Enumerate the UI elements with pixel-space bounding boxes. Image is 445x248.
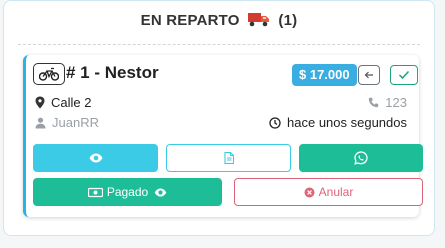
bicycle-icon (33, 63, 65, 85)
cancel-circle-icon (304, 187, 315, 197)
cancel-button[interactable]: Anular (234, 178, 423, 206)
panel-status-title: EN REPARTO (140, 12, 240, 29)
view-button[interactable] (33, 144, 158, 172)
order-address: Calle 2 (35, 95, 91, 110)
eye-icon (154, 187, 167, 197)
map-pin-icon (35, 96, 45, 109)
header-divider (18, 44, 420, 45)
paid-label: Pagado (106, 185, 149, 199)
cancel-label: Anular (318, 185, 354, 199)
order-phone: 123 (368, 95, 407, 110)
address-text: Calle 2 (51, 95, 92, 110)
paid-button[interactable]: Pagado (33, 178, 222, 206)
panel-count: (1) (278, 12, 298, 29)
order-user: JuanRR (35, 115, 99, 130)
document-button[interactable] (166, 144, 291, 172)
confirm-button[interactable] (390, 65, 418, 85)
check-icon (398, 70, 410, 80)
back-button[interactable] (358, 65, 380, 85)
user-icon (35, 117, 46, 128)
phone-icon (369, 97, 379, 108)
arrow-left-icon (364, 71, 373, 79)
phone-text: 123 (385, 95, 407, 110)
whatsapp-icon (354, 151, 368, 165)
eye-icon (89, 153, 102, 163)
user-text: JuanRR (52, 115, 99, 130)
money-icon (87, 187, 103, 197)
panel-header: EN REPARTO (1) (4, 11, 434, 31)
time-text: hace unos segundos (287, 115, 407, 130)
delivery-panel: EN REPARTO (1) # 1 - Nestor $ 17.000 Cal… (3, 0, 435, 236)
order-time: hace unos segundos (269, 115, 407, 130)
order-card: # 1 - Nestor $ 17.000 Calle 2 123 JuanRR… (23, 55, 423, 217)
clock-icon (269, 116, 281, 129)
delivery-truck-icon (248, 11, 270, 31)
price-badge: $ 17.000 (292, 64, 357, 86)
order-title: # 1 - Nestor (66, 63, 159, 82)
document-icon (223, 152, 234, 164)
whatsapp-button[interactable] (299, 144, 423, 172)
